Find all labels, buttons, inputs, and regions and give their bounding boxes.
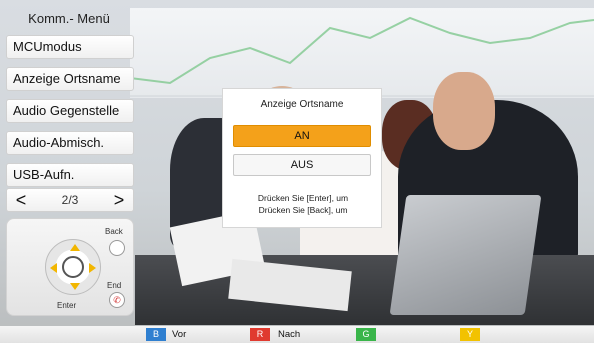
back-button-icon — [109, 240, 125, 256]
end-label: End — [107, 281, 122, 290]
back-label: Back — [105, 227, 123, 236]
dialog-title: Anzeige Ortsname — [260, 99, 344, 110]
down-arrow-icon — [70, 283, 80, 290]
remote-control-guide: Back End ✆ Enter — [6, 218, 134, 316]
green-key-button[interactable]: G — [356, 328, 376, 341]
end-call-icon: ✆ — [109, 292, 125, 308]
hint-back: Drücken Sie [Back], um — [258, 205, 348, 215]
menu-item-mcumodus[interactable]: MCUmodus — [6, 35, 134, 59]
red-key-button[interactable]: R — [250, 328, 270, 341]
menu-item-audio-gegenstelle[interactable]: Audio Gegenstelle — [6, 99, 134, 123]
menu-item-usb-aufn[interactable]: USB-Aufn. — [6, 163, 134, 187]
blue-key-label: Vor — [172, 329, 187, 340]
next-page-button[interactable]: > — [107, 189, 131, 211]
direction-pad-icon — [45, 239, 101, 295]
laptop — [389, 195, 542, 315]
option-aus[interactable]: AUS — [233, 154, 371, 176]
hint-enter: Drücken Sie [Enter], um — [257, 193, 349, 203]
color-key-bar: B Vor R Nach G Y — [0, 326, 594, 343]
option-an[interactable]: AN — [233, 125, 371, 147]
menu-title: Komm.- Menü — [28, 11, 110, 26]
setting-dialog: Anzeige Ortsname AN AUS Drücken Sie [Ent… — [222, 88, 382, 228]
enter-label: Enter — [57, 301, 77, 310]
yellow-key-button[interactable]: Y — [460, 328, 480, 341]
enter-button-icon — [62, 256, 84, 278]
page-navigator: < 2/3 > — [6, 188, 134, 212]
left-arrow-icon — [50, 263, 57, 273]
blue-key-button[interactable]: B — [146, 328, 166, 341]
person — [433, 72, 495, 150]
menu-item-anzeige-ortsname[interactable]: Anzeige Ortsname — [6, 67, 134, 91]
whiteboard-graph — [130, 16, 594, 97]
up-arrow-icon — [70, 244, 80, 251]
menu-item-audio-abmisch[interactable]: Audio-Abmisch. — [6, 131, 134, 155]
red-key-label: Nach — [278, 329, 301, 340]
right-arrow-icon — [89, 263, 96, 273]
